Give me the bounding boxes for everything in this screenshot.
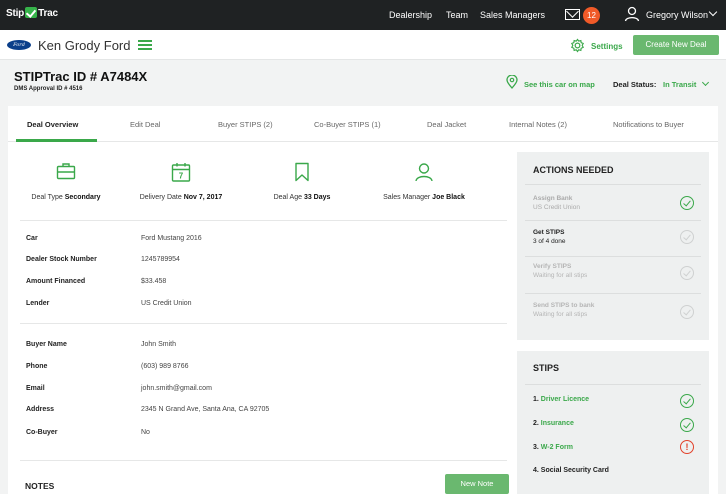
check-circle-icon xyxy=(680,305,694,319)
actions-needed-panel: ACTIONS NEEDED Assign Bank US Credit Unio… xyxy=(517,152,709,340)
deal-tabs: Deal Overview Edit Deal Buyer STIPS (2) … xyxy=(8,106,718,142)
car-value: Ford Mustang 2016 xyxy=(141,235,202,242)
stip-w2-form[interactable]: 3. W-2 Form xyxy=(533,444,573,451)
logo-text-right: Trac xyxy=(38,8,58,19)
email-label: Email xyxy=(26,385,45,392)
stat-sales-manager: Sales Manager Joe Black xyxy=(354,162,494,201)
co-buyer-value: No xyxy=(141,429,150,436)
new-note-button[interactable]: New Note xyxy=(445,474,509,494)
bookmark-icon xyxy=(295,162,309,182)
divider xyxy=(525,184,701,185)
notification-count-badge[interactable]: 12 xyxy=(583,7,600,24)
action-verify-stips[interactable]: Verify STIPS Waiting for all stips xyxy=(533,263,587,279)
divider xyxy=(20,460,507,461)
calendar-icon: 7 xyxy=(171,163,191,182)
stat-deal-age-text: Deal Age 33 Days xyxy=(273,194,331,201)
stiptrac-id-title: STIPTrac ID # A7484X xyxy=(14,69,148,84)
briefcase-icon xyxy=(56,163,76,180)
stat-deal-age: Deal Age 33 Days xyxy=(232,162,372,201)
tab-internal-notes[interactable]: Internal Notes (2) xyxy=(509,120,567,129)
create-new-deal-button[interactable]: Create New Deal xyxy=(633,35,719,55)
user-menu-chevron-down-icon[interactable] xyxy=(708,7,718,17)
buyer-name-label: Buyer Name xyxy=(26,341,67,348)
nav-link-team[interactable]: Team xyxy=(446,10,468,20)
check-circle-icon xyxy=(680,418,694,432)
tab-co-buyer-stips[interactable]: Co-Buyer STIPS (1) xyxy=(314,120,381,129)
tab-edit-deal[interactable]: Edit Deal xyxy=(130,120,160,129)
actions-needed-title: ACTIONS NEEDED xyxy=(533,165,614,175)
address-value: 2345 N Grand Ave, Santa Ana, CA 92705 xyxy=(141,406,270,413)
action-send-stips-to-bank[interactable]: Send STIPS to bank Waiting for all stips xyxy=(533,302,594,318)
divider xyxy=(525,220,701,221)
stat-delivery-date: 7 Delivery Date Nov 7, 2017 xyxy=(111,162,251,201)
deal-header: STIPTrac ID # A7484X DMS Approval ID # 4… xyxy=(0,61,726,105)
address-label: Address xyxy=(26,406,55,413)
action-get-stips[interactable]: Get STIPS 3 of 4 done xyxy=(533,229,566,245)
deal-status-label: Deal Status: xyxy=(613,80,657,89)
phone-label: Phone xyxy=(26,363,48,370)
deal-status-chevron-down-icon[interactable] xyxy=(701,78,710,87)
logo-text-left: Stip xyxy=(6,8,25,19)
stat-sales-manager-text: Sales Manager Joe Black xyxy=(383,194,465,201)
car-label: Car xyxy=(26,235,38,242)
dealer-stock-number-value: 1245789954 xyxy=(141,256,180,263)
notes-title: NOTES xyxy=(25,481,55,491)
hamburger-menu-icon[interactable] xyxy=(138,40,152,50)
check-circle-icon xyxy=(680,196,694,210)
deal-status-dropdown[interactable]: In Transit xyxy=(663,80,696,89)
tab-buyer-stips[interactable]: Buyer STIPS (2) xyxy=(218,120,273,129)
check-circle-icon xyxy=(680,394,694,408)
amount-financed-value: $33.458 xyxy=(141,278,167,285)
user-avatar-icon[interactable] xyxy=(624,6,640,22)
amount-financed-label: Amount Financed xyxy=(26,278,86,285)
tab-notifications-to-buyer[interactable]: Notifications to Buyer xyxy=(613,120,684,129)
email-value: john.smith@gmail.com xyxy=(141,385,212,392)
tab-deal-jacket[interactable]: Deal Jacket xyxy=(427,120,466,129)
logo-check-icon xyxy=(25,7,38,18)
divider xyxy=(20,220,507,221)
stip-social-security-card[interactable]: 4. Social Security Card xyxy=(533,467,609,474)
svg-text:7: 7 xyxy=(179,172,184,181)
deal-overview-panel: Deal Type Secondary 7 Delivery Date Nov … xyxy=(8,142,718,494)
divider xyxy=(525,384,701,385)
gear-icon[interactable] xyxy=(570,38,585,53)
divider xyxy=(525,293,701,294)
check-circle-icon xyxy=(680,230,694,244)
check-circle-icon xyxy=(680,266,694,280)
map-pin-icon[interactable] xyxy=(506,75,518,89)
stat-delivery-date-text: Delivery Date Nov 7, 2017 xyxy=(139,194,223,201)
dealer-name: Ken Grody Ford xyxy=(38,38,131,53)
alert-circle-icon: ! xyxy=(680,440,694,454)
settings-link[interactable]: Settings xyxy=(591,42,623,51)
nav-link-sales-managers[interactable]: Sales Managers xyxy=(480,10,545,20)
stips-panel: STIPS 1. Driver Licence 2. Insurance 3. … xyxy=(517,351,709,494)
co-buyer-label: Co-Buyer xyxy=(26,429,58,436)
action-assign-bank[interactable]: Assign Bank US Credit Union xyxy=(533,195,580,211)
person-icon xyxy=(415,163,433,182)
mail-icon[interactable] xyxy=(565,9,580,20)
buyer-name-value: John Smith xyxy=(141,341,177,348)
ford-logo: Ford xyxy=(7,40,31,50)
nav-link-dealership[interactable]: Dealership xyxy=(389,10,432,20)
dealer-stock-number-label: Dealer Stock Number xyxy=(26,256,97,263)
phone-value: (603) 989 8766 xyxy=(141,363,189,370)
see-car-on-map-link[interactable]: See this car on map xyxy=(524,80,595,89)
stiptrac-logo[interactable]: Stip Trac xyxy=(6,7,58,19)
tab-deal-overview[interactable]: Deal Overview xyxy=(27,120,78,129)
stip-driver-licence[interactable]: 1. Driver Licence xyxy=(533,396,589,403)
dealer-bar: Ford Ken Grody Ford Settings xyxy=(0,30,726,60)
lender-value: US Credit Union xyxy=(141,300,192,307)
stips-title: STIPS xyxy=(533,363,560,373)
divider xyxy=(20,323,507,324)
divider xyxy=(525,256,701,257)
lender-label: Lender xyxy=(26,300,50,307)
dms-approval-id: DMS Approval ID # 4516 xyxy=(14,86,83,92)
stip-insurance[interactable]: 2. Insurance xyxy=(533,420,574,427)
top-navigation-bar: Stip Trac Dealership Team Sales Managers … xyxy=(0,0,726,30)
user-name[interactable]: Gregory Wilson xyxy=(646,10,708,20)
